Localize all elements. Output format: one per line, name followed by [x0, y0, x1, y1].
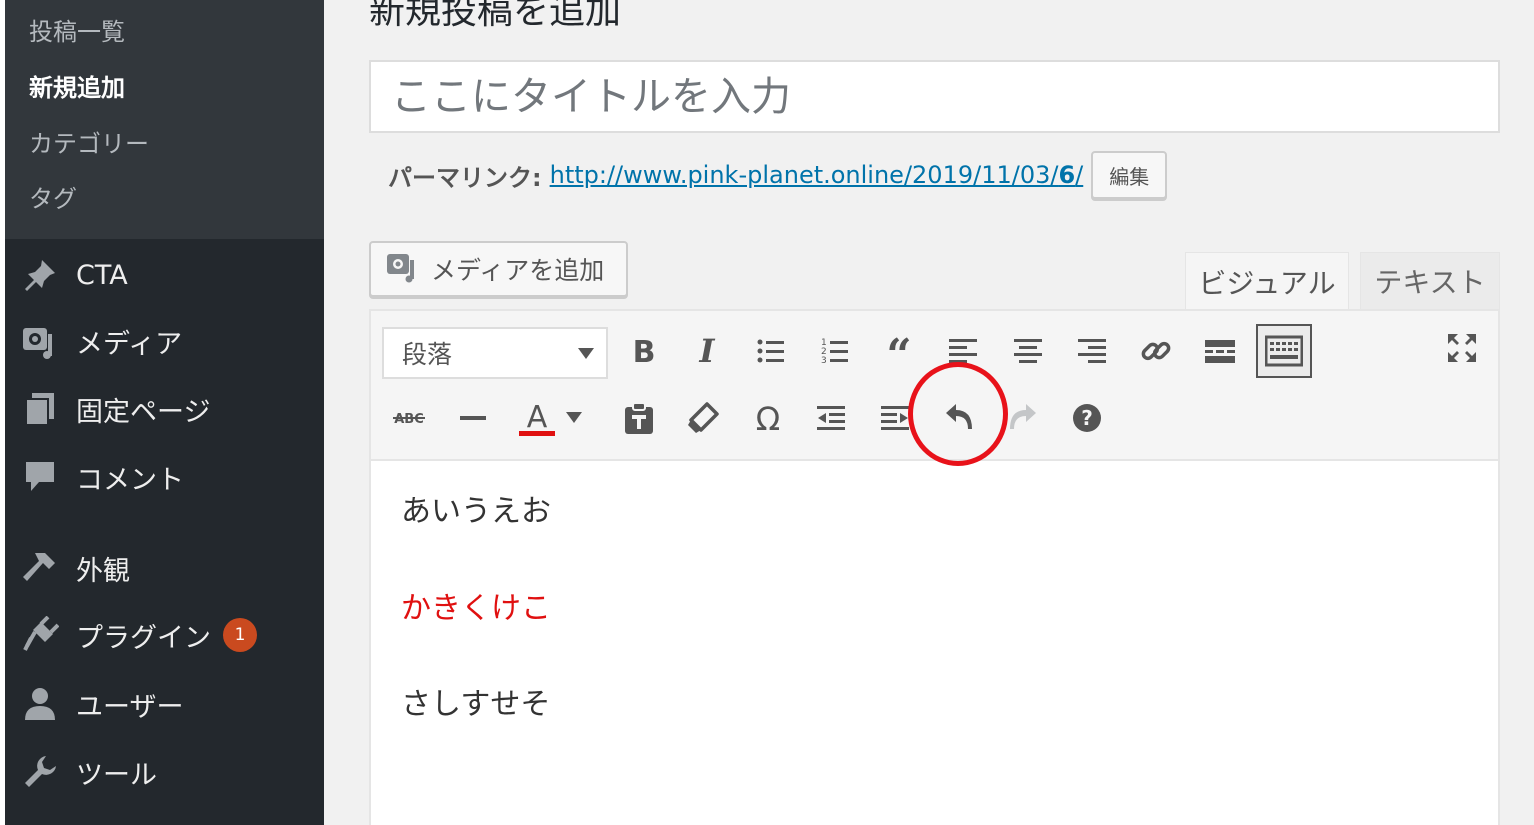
- link-icon: [1139, 334, 1173, 368]
- svg-text:Ω: Ω: [756, 402, 780, 434]
- content-paragraph-3[interactable]: さしすせそ: [401, 679, 550, 723]
- redo-icon: [1006, 401, 1040, 435]
- permalink-row: パーマリンク: http://www.pink-planet.online/20…: [388, 150, 1168, 200]
- italic-button[interactable]: I: [682, 326, 732, 376]
- strikethrough-icon: ABC: [391, 408, 427, 428]
- menu-item-cta[interactable]: CTA: [5, 247, 324, 303]
- paste-text-icon: [623, 401, 655, 435]
- bullet-list-icon: [756, 336, 786, 366]
- posts-submenu: 投稿一覧 新規追加 カテゴリー タグ: [5, 0, 324, 239]
- chevron-down-icon: [566, 412, 582, 424]
- text-color-icon: A: [517, 399, 557, 437]
- link-button[interactable]: [1131, 326, 1181, 376]
- fullscreen-icon: [1446, 332, 1478, 364]
- bullet-list-button[interactable]: [746, 326, 796, 376]
- menu-item-pages[interactable]: 固定ページ: [5, 381, 324, 437]
- format-select[interactable]: 段落: [382, 327, 608, 379]
- page-title: 新規投稿を追加: [369, 0, 622, 32]
- svg-text:ABC: ABC: [394, 412, 424, 427]
- undo-highlight-circle: [908, 362, 1008, 466]
- help-button[interactable]: ?: [1062, 393, 1112, 443]
- svg-text:3: 3: [821, 356, 827, 366]
- post-title-input[interactable]: [371, 62, 1498, 131]
- menu-item-appearance[interactable]: 外観: [5, 540, 324, 596]
- align-center-icon: [1013, 336, 1043, 366]
- indent-icon: [879, 403, 911, 433]
- outdent-icon: [815, 403, 847, 433]
- text-color-button[interactable]: A: [512, 393, 562, 443]
- italic-icon: I: [692, 336, 722, 366]
- permalink-edit-button[interactable]: 編集: [1091, 151, 1168, 199]
- submenu-item-add-new[interactable]: 新規追加: [29, 68, 125, 103]
- align-right-button[interactable]: [1067, 326, 1117, 376]
- permalink-link[interactable]: http://www.pink-planet.online/2019/11/03…: [550, 161, 1084, 189]
- menu-item-tools[interactable]: ツール: [5, 744, 324, 800]
- svg-text:“: “: [886, 336, 911, 366]
- read-more-icon: [1204, 336, 1236, 366]
- pin-icon: [20, 255, 60, 295]
- svg-text:A: A: [527, 400, 548, 435]
- fullscreen-button[interactable]: [1437, 323, 1487, 373]
- menu-item-users[interactable]: ユーザー: [5, 676, 324, 732]
- plugin-update-badge: 1: [223, 618, 257, 652]
- pages-icon: [20, 389, 60, 429]
- svg-text:B: B: [633, 336, 656, 366]
- svg-text:?: ?: [1081, 406, 1093, 430]
- menu-item-media[interactable]: メディア: [5, 313, 324, 369]
- submenu-item-tags[interactable]: タグ: [29, 179, 77, 214]
- permalink-slug: 6: [1058, 161, 1076, 189]
- outdent-button[interactable]: [806, 393, 856, 443]
- blockquote-icon: “: [883, 336, 915, 366]
- align-right-icon: [1077, 336, 1107, 366]
- paste-text-button[interactable]: [614, 393, 664, 443]
- plugin-icon: [20, 615, 60, 655]
- text-color-dropdown[interactable]: [559, 393, 589, 443]
- media-icon: [20, 321, 60, 361]
- add-media-icon: [385, 249, 419, 289]
- horizontal-rule-icon: [458, 403, 488, 433]
- post-title-field[interactable]: [369, 60, 1500, 133]
- special-character-button[interactable]: Ω: [743, 393, 793, 443]
- content-paragraph-2[interactable]: かきくけこ: [401, 583, 551, 627]
- content-paragraph-1[interactable]: あいうえお: [401, 486, 551, 530]
- submenu-item-all-posts[interactable]: 投稿一覧: [29, 12, 125, 47]
- align-center-button[interactable]: [1003, 326, 1053, 376]
- toolbar-toggle-button[interactable]: [1256, 324, 1312, 378]
- special-character-icon: Ω: [752, 402, 784, 434]
- submenu-item-categories[interactable]: カテゴリー: [29, 124, 149, 159]
- user-icon: [20, 684, 60, 724]
- permalink-label: パーマリンク:: [388, 163, 542, 192]
- comment-icon: [20, 457, 60, 497]
- strikethrough-button[interactable]: ABC: [384, 393, 434, 443]
- bold-button[interactable]: B: [619, 326, 669, 376]
- tab-text[interactable]: テキスト: [1360, 252, 1500, 310]
- help-icon: ?: [1071, 402, 1103, 434]
- clear-formatting-button[interactable]: [678, 393, 728, 443]
- clear-formatting-icon: [687, 402, 719, 434]
- appearance-icon: [20, 548, 60, 588]
- tab-visual[interactable]: ビジュアル: [1185, 252, 1349, 310]
- svg-text:I: I: [699, 336, 716, 366]
- bold-icon: B: [629, 336, 659, 366]
- blockquote-button[interactable]: “: [874, 326, 924, 376]
- admin-sidebar: 投稿一覧 新規追加 カテゴリー タグ CTA メディア 固定ページ コメント 外…: [0, 0, 324, 825]
- add-media-button[interactable]: メディアを追加: [369, 241, 628, 297]
- menu-item-plugins[interactable]: プラグイン 1: [5, 607, 324, 663]
- read-more-button[interactable]: [1195, 326, 1245, 376]
- numbered-list-button[interactable]: 123: [810, 326, 860, 376]
- menu-item-comments[interactable]: コメント: [5, 449, 324, 505]
- horizontal-rule-button[interactable]: [448, 393, 498, 443]
- toolbar-toggle-icon: [1265, 335, 1303, 367]
- numbered-list-icon: 123: [820, 336, 850, 366]
- wrench-icon: [20, 752, 60, 792]
- chevron-down-icon: [578, 348, 594, 359]
